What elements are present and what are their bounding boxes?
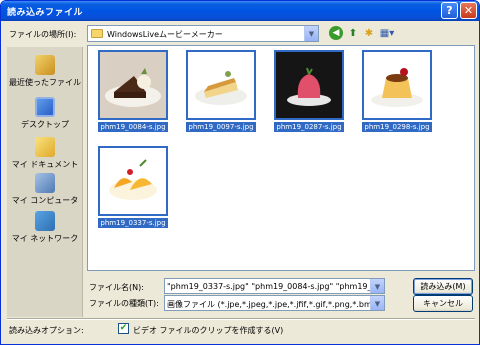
place-label: 最近使ったファイル (9, 78, 81, 87)
divider (7, 318, 475, 320)
recent-documents-icon (35, 55, 55, 75)
folder-icon (91, 29, 103, 38)
dialog-title: 読み込みファイル (7, 8, 84, 18)
thumbnail-image (98, 146, 168, 216)
look-in-label: ファイルの場所(I): (9, 30, 77, 39)
place-my-network[interactable]: マイ ネットワーク (7, 211, 83, 244)
file-item[interactable]: phm19_0084-s.jpg (98, 50, 168, 132)
create-clips-label: ビデオ ファイルのクリップを作成する(V) (133, 326, 284, 335)
title-bar[interactable]: 読み込みファイル ? ✕ (1, 1, 479, 21)
place-desktop[interactable]: デスクトップ (7, 97, 83, 130)
place-my-documents[interactable]: マイ ドキュメント (7, 137, 83, 170)
file-type-select[interactable]: 画像ファイル (*.jpe,*.jpeg,*.jpe,*.jfif,*.gif,… (164, 295, 385, 311)
file-name-label: ファイル名(N): (89, 283, 144, 292)
place-label: マイ ネットワーク (11, 234, 79, 243)
close-button[interactable]: ✕ (460, 2, 477, 19)
file-name: phm19_0287-s.jpg (274, 122, 344, 132)
file-name: phm19_0084-s.jpg (98, 122, 168, 132)
up-folder-icon[interactable]: ⬆ (346, 26, 360, 40)
place-label: マイ コンピュータ (11, 196, 79, 205)
desktop-icon (35, 97, 55, 117)
look-in-combo[interactable]: WindowsLiveムービーメーカー ▼ (87, 25, 319, 42)
file-item[interactable]: phm19_0337-s.jpg (98, 146, 168, 228)
file-name-value: "phm19_0337-s.jpg" "phm19_0084-s.jpg" "p… (167, 282, 385, 291)
file-item[interactable]: phm19_0287-s.jpg (274, 50, 344, 132)
chevron-down-icon[interactable]: ▼ (304, 26, 318, 41)
chevron-down-icon[interactable]: ▼ (370, 279, 384, 293)
file-name: phm19_0097-s.jpg (186, 122, 256, 132)
place-my-computer[interactable]: マイ コンピュータ (7, 173, 83, 206)
import-options-label: 読み込みオプション: (9, 326, 84, 335)
place-recent[interactable]: 最近使ったファイル (7, 55, 83, 88)
new-folder-icon[interactable]: ✱ (362, 26, 376, 40)
thumbnail-image (362, 50, 432, 120)
file-type-label: ファイルの種類(T): (89, 299, 159, 308)
look-in-value: WindowsLiveムービーメーカー (107, 30, 223, 39)
thumbnail-image (98, 50, 168, 120)
file-name-input[interactable]: "phm19_0337-s.jpg" "phm19_0084-s.jpg" "p… (164, 278, 385, 294)
open-button[interactable]: 読み込み(M) (413, 278, 473, 295)
file-item[interactable]: phm19_0298-s.jpg (362, 50, 432, 132)
my-network-icon (35, 211, 55, 231)
my-computer-icon (35, 173, 55, 193)
help-button[interactable]: ? (441, 2, 458, 19)
file-list[interactable]: phm19_0084-s.jpg phm19_0097-s.jpg phm19_… (87, 45, 475, 271)
thumbnail-image (274, 50, 344, 120)
chevron-down-icon[interactable]: ▼ (370, 296, 384, 310)
place-label: デスクトップ (21, 120, 69, 129)
cancel-button[interactable]: キャンセル (413, 295, 473, 312)
create-clips-checkbox[interactable]: ✔ (118, 323, 129, 334)
places-bar: 最近使ったファイル デスクトップ マイ ドキュメント マイ コンピュータ マイ … (7, 47, 83, 317)
thumbnail-image (186, 50, 256, 120)
file-type-value: 画像ファイル (*.jpe,*.jpeg,*.jpe,*.jfif,*.gif,… (167, 300, 385, 309)
back-icon[interactable]: ◀ (329, 26, 343, 40)
open-file-dialog: 読み込みファイル ? ✕ ファイルの場所(I): WindowsLiveムービー… (0, 0, 480, 345)
place-label: マイ ドキュメント (11, 160, 79, 169)
file-item[interactable]: phm19_0097-s.jpg (186, 50, 256, 132)
file-name: phm19_0337-s.jpg (98, 218, 168, 228)
view-menu-icon[interactable]: ▦▾ (378, 26, 396, 40)
my-documents-icon (35, 137, 55, 157)
file-name: phm19_0298-s.jpg (362, 122, 432, 132)
